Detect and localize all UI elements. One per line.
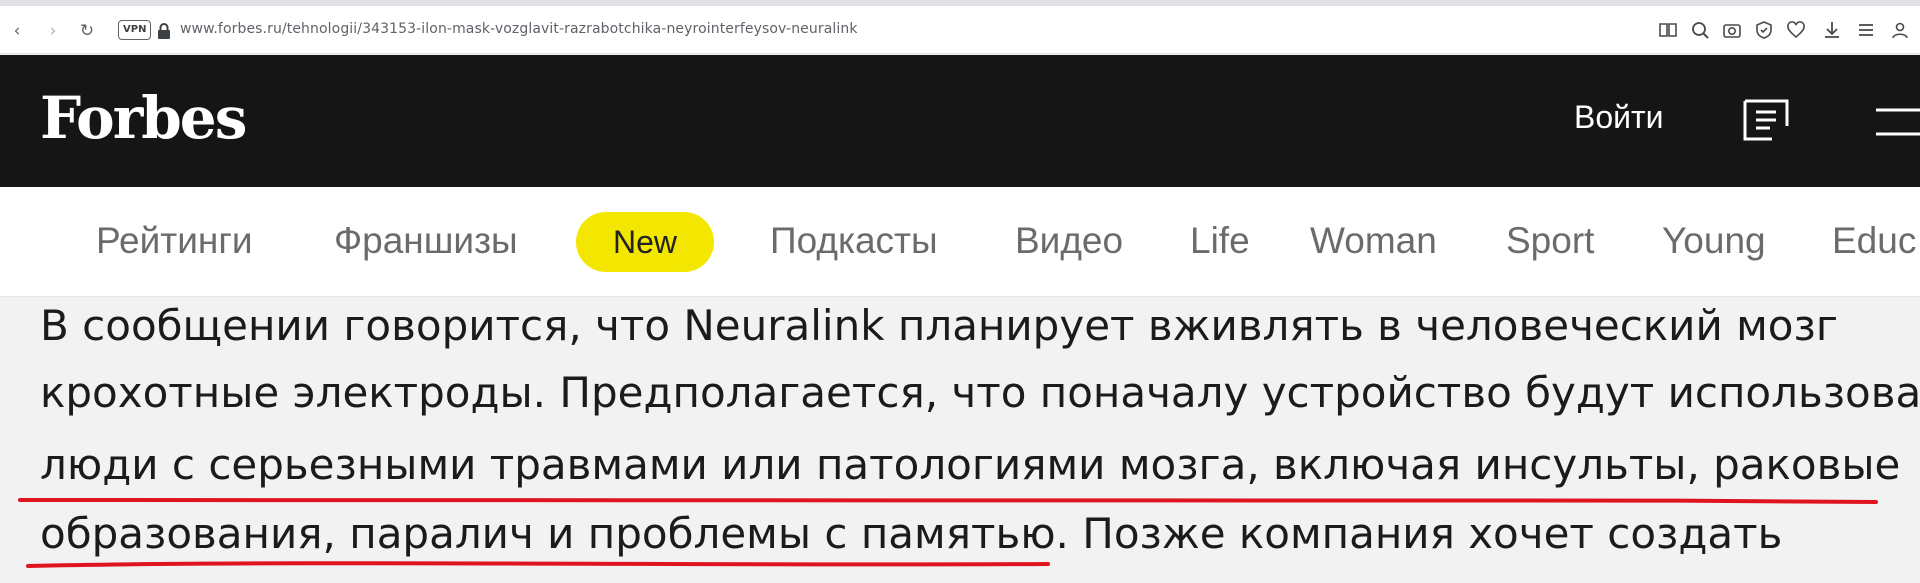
nav-item-video[interactable]: Видео [1015, 219, 1123, 263]
nav-item-new[interactable]: New [576, 212, 714, 272]
article-line: люди с серьезными травмами или патология… [40, 440, 1901, 489]
reading-list-icon[interactable] [1742, 98, 1790, 142]
category-nav: Рейтинги Франшизы New Подкасты Видео Lif… [0, 187, 1920, 297]
nav-item-sport[interactable]: Sport [1506, 219, 1594, 263]
nav-item-education[interactable]: Educ [1832, 219, 1916, 263]
url-text[interactable]: www.forbes.ru/tehnologii/343153-ilon-mas… [180, 21, 858, 37]
site-header: Forbes Войти [0, 55, 1920, 187]
article-line: крохотные электроды. Предполагается, что… [40, 368, 1920, 417]
reload-icon[interactable]: ↻ [76, 20, 98, 42]
nav-item-podcasts[interactable]: Подкасты [770, 219, 938, 263]
forward-icon[interactable]: › [42, 20, 64, 42]
nav-item-franchises[interactable]: Франшизы [334, 219, 518, 263]
lock-icon [158, 23, 170, 39]
reader-icon[interactable] [1658, 20, 1678, 40]
heart-icon[interactable] [1786, 20, 1806, 40]
account-icon[interactable] [1890, 20, 1910, 40]
nav-item-young[interactable]: Young [1662, 219, 1766, 263]
menu-icon[interactable] [1856, 20, 1876, 40]
download-icon[interactable] [1822, 20, 1842, 40]
article-line: образования, паралич и проблемы с память… [40, 509, 1783, 558]
vpn-badge[interactable]: VPN [118, 20, 152, 40]
article-body: В сообщении говорится, что Neuralink пла… [0, 297, 1920, 583]
login-link[interactable]: Войти [1574, 97, 1664, 137]
search-page-icon[interactable] [1690, 20, 1710, 40]
shield-icon[interactable] [1754, 20, 1774, 40]
nav-item-life[interactable]: Life [1190, 219, 1250, 263]
hamburger-menu-icon[interactable] [1876, 107, 1920, 137]
forbes-logo[interactable]: Forbes [40, 83, 247, 153]
browser-address-bar: ‹ › ↻ VPN www.forbes.ru/tehnologii/34315… [0, 6, 1920, 54]
nav-item-ratings[interactable]: Рейтинги [96, 219, 253, 263]
new-badge-label: New [612, 224, 677, 260]
camera-icon[interactable] [1722, 20, 1742, 40]
nav-item-woman[interactable]: Woman [1310, 219, 1437, 263]
back-icon[interactable]: ‹ [6, 20, 28, 42]
article-line: В сообщении говорится, что Neuralink пла… [40, 301, 1838, 350]
